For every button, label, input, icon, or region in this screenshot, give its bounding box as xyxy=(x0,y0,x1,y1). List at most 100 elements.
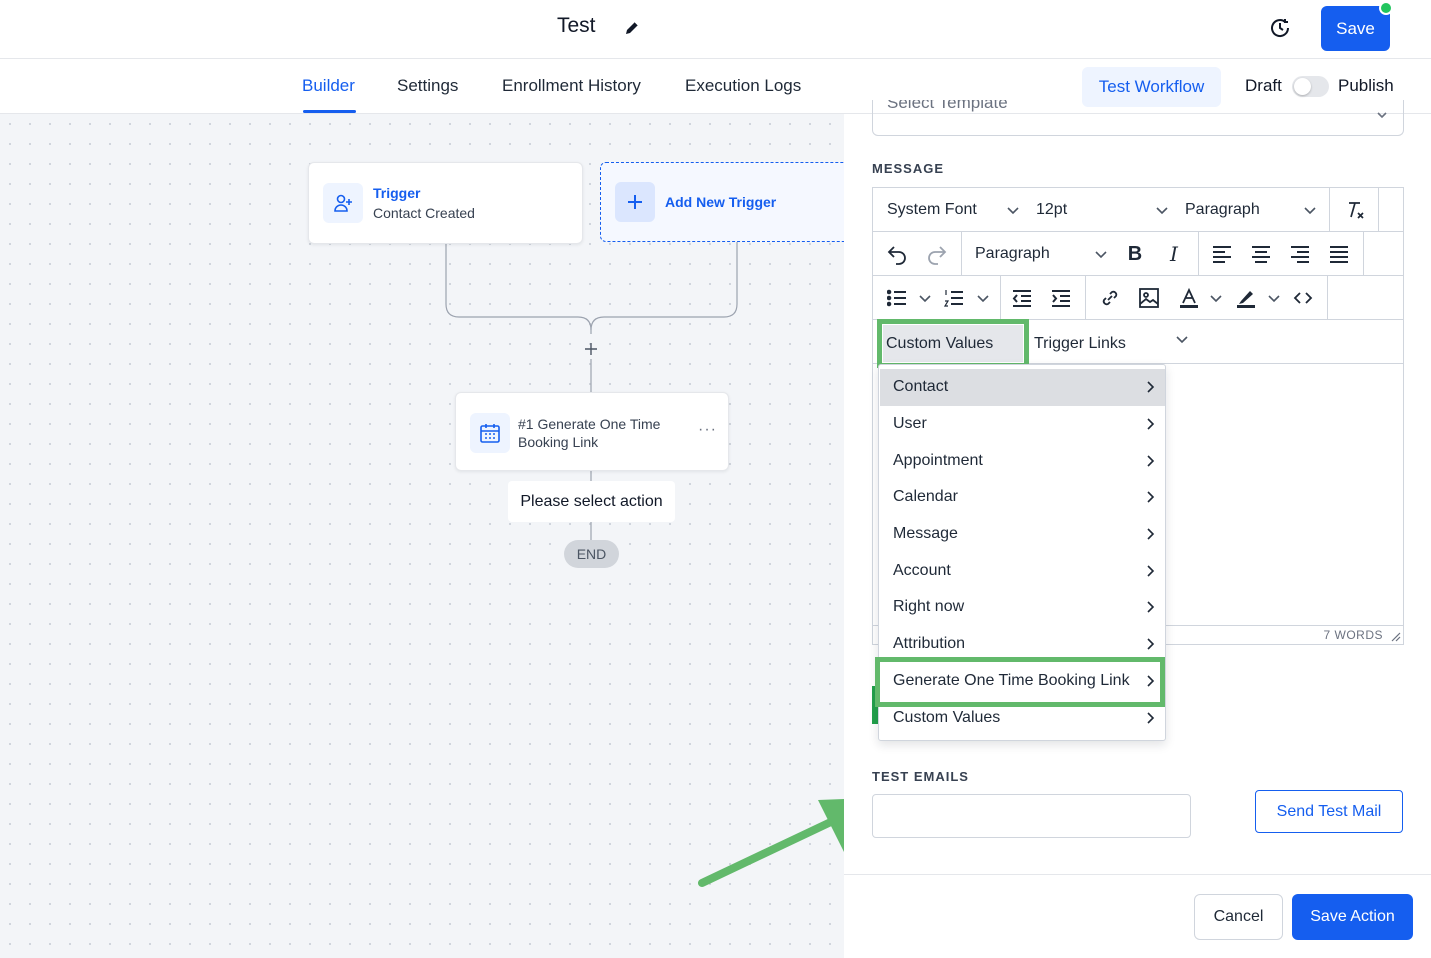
toolbar-separator xyxy=(1198,232,1199,276)
bold-icon[interactable]: B xyxy=(1123,242,1147,266)
toolbar-separator xyxy=(1329,188,1330,232)
toolbar-separator xyxy=(1327,276,1328,320)
test-emails-input[interactable] xyxy=(872,794,1191,838)
user-plus-icon xyxy=(323,183,363,223)
workflow-title: Test xyxy=(557,14,596,37)
paragraph-select[interactable]: Paragraph xyxy=(975,245,1050,263)
trigger-node[interactable]: Trigger Contact Created xyxy=(308,162,583,244)
tab-enrollment-history[interactable]: Enrollment History xyxy=(502,76,641,96)
redo-icon[interactable] xyxy=(925,242,949,266)
callout-arrow-icon xyxy=(698,798,844,887)
text-color-icon[interactable] xyxy=(1177,286,1201,310)
chevron-down-icon[interactable] xyxy=(918,291,932,305)
align-left-icon[interactable] xyxy=(1210,242,1234,266)
italic-icon[interactable]: I xyxy=(1162,242,1186,266)
bullet-list-icon[interactable] xyxy=(885,286,909,310)
toolbar-separator xyxy=(1363,232,1364,276)
chevron-down-icon xyxy=(1176,336,1188,344)
dropdown-item-label: Right now xyxy=(893,598,965,615)
plus-icon xyxy=(615,182,655,222)
dropdown-item-label: Appointment xyxy=(893,452,983,469)
chevron-down-icon xyxy=(1377,112,1387,119)
source-code-icon[interactable] xyxy=(1291,286,1315,310)
chevron-right-icon xyxy=(1147,528,1155,540)
font-size-select[interactable]: 12pt xyxy=(1036,201,1067,219)
chevron-down-icon[interactable] xyxy=(1267,291,1281,305)
chevron-down-icon xyxy=(1095,251,1107,259)
tab-builder[interactable]: Builder xyxy=(302,76,355,96)
history-icon[interactable] xyxy=(1268,16,1292,40)
chevron-right-icon xyxy=(1147,491,1155,503)
test-emails-label: TEST EMAILS xyxy=(872,769,969,784)
toolbar-separator xyxy=(1378,188,1379,232)
chevron-down-icon xyxy=(1156,207,1168,215)
save-button[interactable]: Save xyxy=(1321,6,1390,51)
save-action-button[interactable]: Save Action xyxy=(1292,894,1413,940)
toolbar-row-3 xyxy=(873,276,1403,320)
toolbar-row-2: Paragraph B I xyxy=(873,232,1403,276)
outdent-icon[interactable] xyxy=(1010,286,1034,310)
tab-settings[interactable]: Settings xyxy=(397,76,458,96)
booking-link-callout-box xyxy=(875,657,1165,707)
indent-icon[interactable] xyxy=(1049,286,1073,310)
chevron-right-icon xyxy=(1147,565,1155,577)
dropdown-item-label: Account xyxy=(893,562,951,579)
dropdown-item-label: Custom Values xyxy=(893,709,1001,726)
pencil-icon[interactable] xyxy=(622,18,642,38)
font-family-select[interactable]: System Font xyxy=(887,201,977,219)
add-step-plus-icon[interactable] xyxy=(585,343,597,355)
resize-handle-icon[interactable] xyxy=(1389,630,1401,642)
dropdown-item-label: Contact xyxy=(893,378,949,395)
link-icon[interactable] xyxy=(1098,286,1122,310)
publish-label: Publish xyxy=(1338,76,1394,95)
dropdown-item-appointment[interactable]: Appointment xyxy=(880,443,1165,480)
active-tab-indicator xyxy=(303,110,356,113)
publish-toggle[interactable] xyxy=(1292,76,1329,97)
align-justify-icon[interactable] xyxy=(1327,242,1351,266)
toggle-knob xyxy=(1294,78,1311,95)
align-center-icon[interactable] xyxy=(1249,242,1273,266)
dropdown-item-contact[interactable]: Contact xyxy=(880,369,1165,406)
draft-label: Draft xyxy=(1245,76,1282,95)
calendar-icon xyxy=(470,413,510,453)
footer-divider xyxy=(844,874,1431,875)
cancel-button[interactable]: Cancel xyxy=(1194,894,1283,940)
please-select-action[interactable]: Please select action xyxy=(508,481,675,522)
online-status-dot xyxy=(1379,1,1393,15)
chevron-right-icon xyxy=(1147,638,1155,650)
dropdown-item-label: User xyxy=(893,415,927,432)
numbered-list-icon[interactable] xyxy=(942,286,966,310)
dropdown-item-message[interactable]: Message xyxy=(880,516,1165,553)
dropdown-item-calendar[interactable]: Calendar xyxy=(880,479,1165,516)
image-icon[interactable] xyxy=(1137,286,1161,310)
dropdown-item-right-now[interactable]: Right now xyxy=(880,589,1165,626)
undo-icon[interactable] xyxy=(885,242,909,266)
more-options-icon[interactable]: ··· xyxy=(698,421,717,439)
clear-formatting-icon[interactable] xyxy=(1343,198,1367,222)
align-right-icon[interactable] xyxy=(1288,242,1312,266)
select-template-dropdown[interactable]: Select Template xyxy=(872,100,1404,136)
action-node[interactable]: #1 Generate One Time Booking Link ··· xyxy=(455,392,729,471)
toolbar-separator xyxy=(1000,276,1001,320)
highlight-color-icon[interactable] xyxy=(1234,286,1258,310)
dropdown-item-user[interactable]: User xyxy=(880,406,1165,443)
block-format-select[interactable]: Paragraph xyxy=(1185,201,1260,219)
chevron-right-icon xyxy=(1147,418,1155,430)
tab-execution-logs[interactable]: Execution Logs xyxy=(685,76,801,96)
add-new-trigger-node[interactable]: Add New Trigger xyxy=(600,162,844,242)
trigger-label: Trigger xyxy=(373,185,421,201)
add-new-trigger-label: Add New Trigger xyxy=(665,194,777,210)
workflow-canvas[interactable]: Trigger Contact Created Add New Trigger … xyxy=(0,114,844,958)
top-bar: Test Save xyxy=(0,0,1431,59)
send-test-mail-button[interactable]: Send Test Mail xyxy=(1255,790,1403,833)
dropdown-item-account[interactable]: Account xyxy=(880,553,1165,590)
chevron-right-icon xyxy=(1147,712,1155,724)
dropdown-item-label: Message xyxy=(893,525,958,542)
custom-values-button[interactable]: Custom Values xyxy=(886,335,993,353)
chevron-down-icon[interactable] xyxy=(976,291,990,305)
end-node: END xyxy=(564,540,619,568)
dropdown-item-label: Attribution xyxy=(893,635,966,652)
trigger-links-button[interactable]: Trigger Links xyxy=(1034,335,1126,353)
chevron-down-icon[interactable] xyxy=(1209,291,1223,305)
trigger-subtitle: Contact Created xyxy=(373,205,475,221)
